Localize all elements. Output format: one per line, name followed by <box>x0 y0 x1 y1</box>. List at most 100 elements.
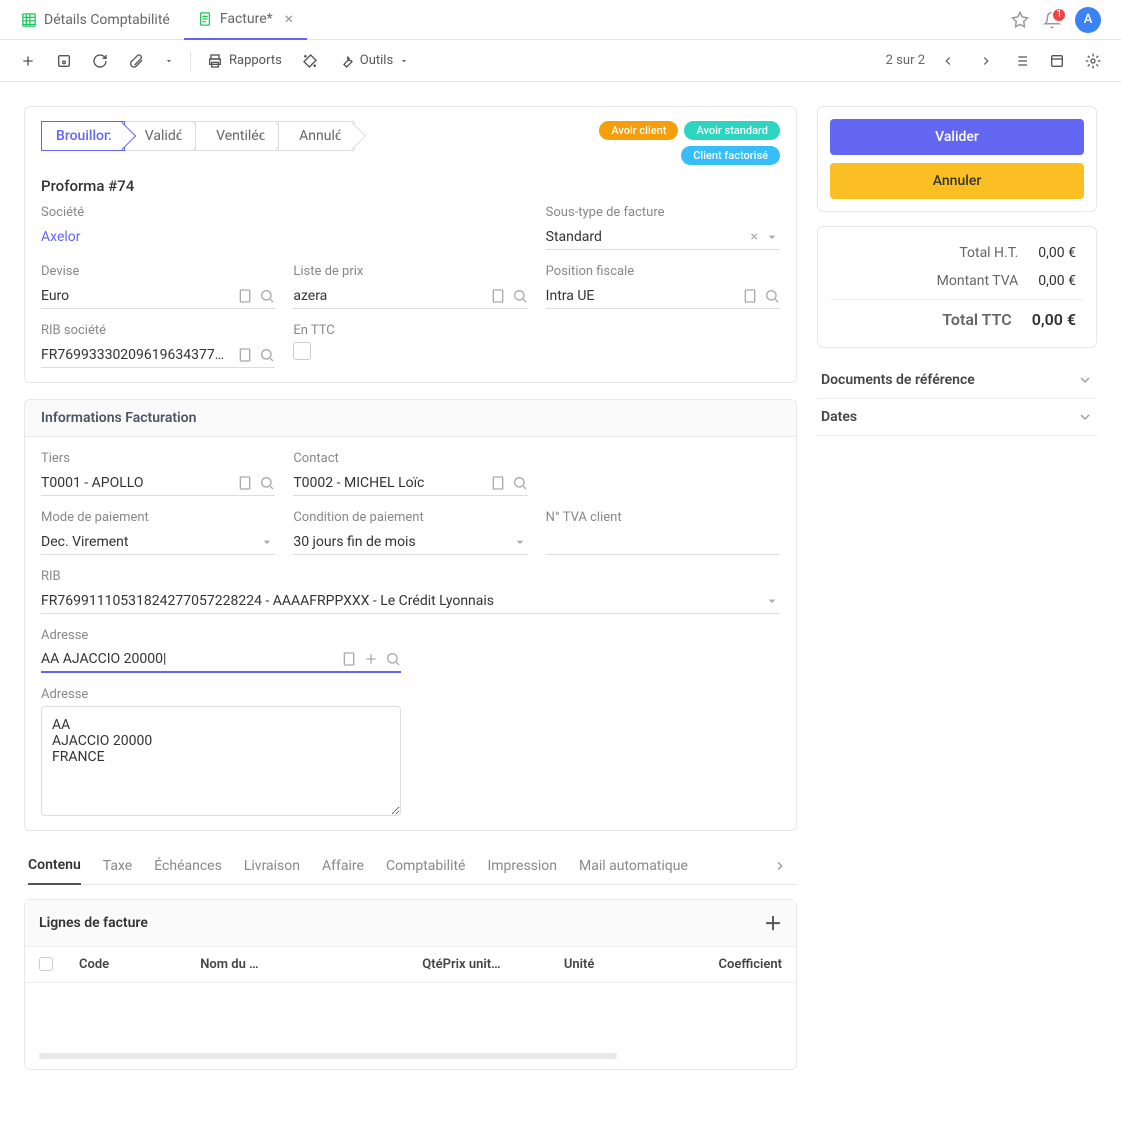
doc-icon[interactable] <box>237 475 253 491</box>
actions-card: Valider Annuler <box>817 106 1097 212</box>
tab-facture[interactable]: Facture* × <box>184 0 307 40</box>
accordion-documents[interactable]: Documents de référence <box>817 362 1097 399</box>
horizontal-scrollbar[interactable] <box>39 1053 617 1059</box>
search-icon[interactable] <box>259 347 275 363</box>
accordion-dates[interactable]: Dates <box>817 399 1097 436</box>
tools-dropdown[interactable]: Outils <box>330 47 417 75</box>
tab-details-compta[interactable]: Détails Comptabilité <box>8 0 184 40</box>
adresse-textarea[interactable]: AA AJACCIO 20000 FRANCE <box>41 706 401 816</box>
select-all-checkbox[interactable] <box>39 957 53 971</box>
mode-select[interactable]: Dec. Virement <box>41 529 275 555</box>
liste-prix-label: Liste de prix <box>293 264 527 279</box>
section-title-info: Informations Facturation <box>24 399 797 436</box>
valider-button[interactable]: Valider <box>830 119 1084 155</box>
badge-client-factorise[interactable]: Client factorisé <box>681 146 780 165</box>
rib-soc-input[interactable]: FR76993330209619634377… <box>41 342 275 368</box>
avatar[interactable]: A <box>1075 7 1101 33</box>
status-ventilee[interactable]: Ventilée <box>195 121 279 151</box>
total-tva-value: 0,00 € <box>1038 273 1076 289</box>
add-line-button[interactable]: ＋ <box>764 910 782 936</box>
subtab-scroll-right[interactable] <box>767 848 793 883</box>
close-icon[interactable]: × <box>285 9 294 28</box>
rib-label: RIB <box>41 569 780 584</box>
doc-icon[interactable] <box>341 651 357 667</box>
reports-button[interactable]: Rapports <box>199 47 290 75</box>
doc-icon[interactable] <box>742 288 758 304</box>
status-annule[interactable]: Annulé <box>278 121 355 151</box>
doc-icon[interactable] <box>490 475 506 491</box>
star-icon[interactable] <box>1011 11 1029 29</box>
tab-label: Détails Comptabilité <box>44 12 170 28</box>
col-nom: Nom du … <box>200 957 345 972</box>
col-qte: Qté <box>346 957 443 972</box>
devise-input[interactable]: Euro <box>41 283 275 309</box>
position-label: Position fiscale <box>546 264 780 279</box>
list-view-button[interactable] <box>1005 47 1037 75</box>
status-brouillon[interactable]: Brouillon <box>41 121 125 151</box>
cond-select[interactable]: 30 jours fin de mois <box>293 529 527 555</box>
grid-icon <box>22 13 36 27</box>
save-button[interactable] <box>48 47 80 75</box>
adresse-input[interactable]: AA AJACCIO 20000| <box>41 647 401 673</box>
subtab-contenu[interactable]: Contenu <box>28 847 81 885</box>
form-view-button[interactable] <box>1041 47 1073 75</box>
rib-select[interactable]: FR76991110531824277057228224 - AAAAFRPPX… <box>41 588 780 614</box>
lines-table-header: Code Nom du … Qté Prix unit… Unité Coeff… <box>25 947 796 983</box>
total-tva-label: Montant TVA <box>838 273 1018 289</box>
lines-card: Lignes de facture ＋ Code Nom du … Qté Pr… <box>24 899 797 1070</box>
search-icon[interactable] <box>764 288 780 304</box>
position-input[interactable]: Intra UE <box>546 283 780 309</box>
en-ttc-label: En TTC <box>293 323 527 338</box>
pager-prev[interactable] <box>933 48 963 74</box>
wrench-icon <box>338 53 354 69</box>
magic-button[interactable] <box>294 47 326 75</box>
search-icon[interactable] <box>259 475 275 491</box>
doc-icon[interactable] <box>237 288 253 304</box>
new-button[interactable] <box>12 47 44 75</box>
subtab-compta[interactable]: Comptabilité <box>386 848 466 884</box>
search-icon[interactable] <box>385 651 401 667</box>
societe-value[interactable]: Axelor <box>41 224 528 250</box>
sous-type-select[interactable]: Standard× <box>546 224 780 250</box>
search-icon[interactable] <box>512 288 528 304</box>
adresse-label: Adresse <box>41 628 401 643</box>
mode-label: Mode de paiement <box>41 510 275 525</box>
subtab-echeances[interactable]: Échéances <box>154 848 222 884</box>
doc-icon[interactable] <box>490 288 506 304</box>
subtab-affaire[interactable]: Affaire <box>322 848 364 884</box>
gear-icon <box>1085 53 1101 69</box>
attach-button[interactable] <box>120 47 152 75</box>
subtab-mail[interactable]: Mail automatique <box>579 848 688 884</box>
pager-next[interactable] <box>971 48 1001 74</box>
lines-title: Lignes de facture <box>39 915 148 931</box>
subtab-taxe[interactable]: Taxe <box>103 848 132 884</box>
totals-card: Total H.T.0,00 € Montant TVA0,00 € Total… <box>817 226 1097 348</box>
col-unite: Unité <box>564 957 661 972</box>
status-card: Brouillon Validé Ventilée Annulé Avoir c… <box>24 106 797 383</box>
notifications-button[interactable]: 1 <box>1043 11 1061 29</box>
col-coef: Coefficient <box>661 957 782 972</box>
liste-prix-input[interactable]: azera <box>293 283 527 309</box>
total-ttc-value: 0,00 € <box>1032 310 1076 329</box>
subtab-livraison[interactable]: Livraison <box>244 848 300 884</box>
chevron-down-icon <box>764 593 780 609</box>
subtab-impression[interactable]: Impression <box>487 848 557 884</box>
plus-icon[interactable] <box>363 651 379 667</box>
more-dropdown[interactable] <box>156 50 182 72</box>
search-icon[interactable] <box>512 475 528 491</box>
en-ttc-checkbox[interactable] <box>293 342 311 360</box>
search-icon[interactable] <box>259 288 275 304</box>
doc-icon[interactable] <box>237 347 253 363</box>
badge-avoir-standard[interactable]: Avoir standard <box>684 121 780 140</box>
contact-input[interactable]: T0002 - MICHEL Loïc <box>293 470 527 496</box>
cond-label: Condition de paiement <box>293 510 527 525</box>
tab-label: Facture* <box>220 11 273 27</box>
annuler-button[interactable]: Annuler <box>830 163 1084 199</box>
lines-table-body <box>25 983 796 1053</box>
toolbar: Rapports Outils 2 sur 2 <box>0 40 1121 82</box>
tva-input[interactable] <box>546 529 780 555</box>
refresh-button[interactable] <box>84 47 116 75</box>
badge-avoir-client[interactable]: Avoir client <box>599 121 678 140</box>
tiers-input[interactable]: T0001 - APOLLO <box>41 470 275 496</box>
settings-button[interactable] <box>1077 47 1109 75</box>
